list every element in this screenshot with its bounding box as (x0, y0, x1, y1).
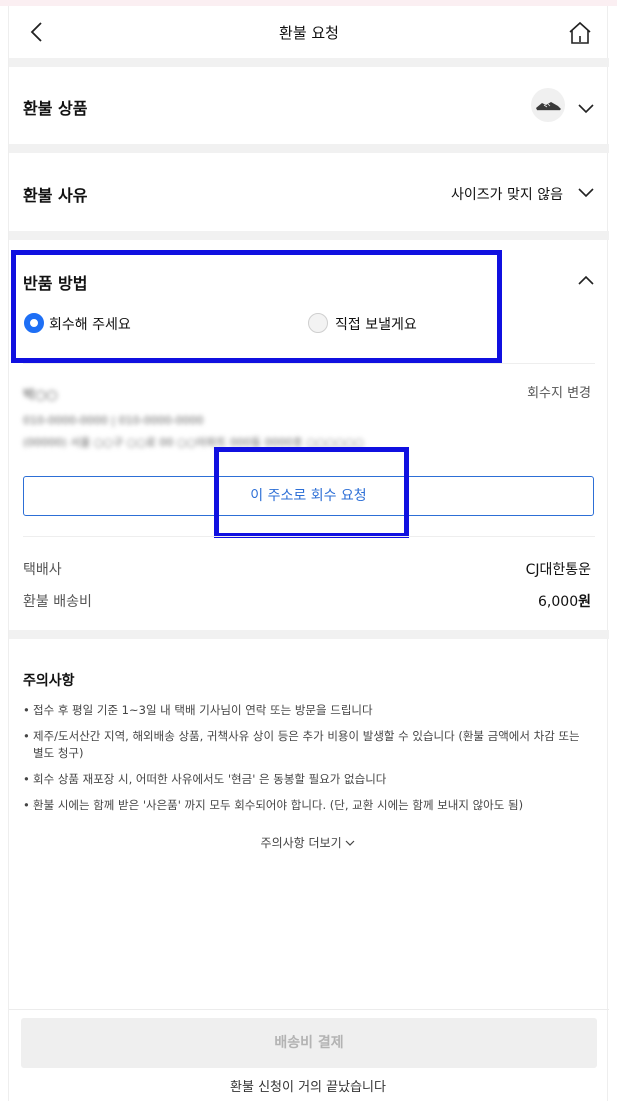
page-title: 환불 요청 (279, 24, 339, 42)
address-name: 박○○ (23, 388, 58, 403)
chevron-down-icon[interactable] (578, 104, 594, 114)
change-address-link[interactable]: 회수지 변경 (527, 382, 591, 401)
section-gap (9, 58, 609, 67)
notice-item: 환불 시에는 함께 받은 '사은품' 까지 모두 회수되어야 합니다. (단, … (23, 797, 593, 814)
request-pickup-button[interactable]: 이 주소로 회수 요청 (23, 476, 594, 516)
section-gap (9, 630, 609, 639)
refund-reason-label: 환불 사유 (23, 186, 88, 205)
divider (23, 536, 595, 537)
address-phones: 010-0000-0000 | 010-0000-0000 (23, 414, 204, 427)
section-gap (9, 231, 609, 240)
notice-more-label: 주의사항 더보기 (260, 836, 342, 850)
refund-reason-value: 사이즈가 맞지 않음 (451, 187, 563, 203)
sneaker-icon (536, 102, 561, 111)
highlight-box-method (11, 250, 502, 363)
fee-unit: 원 (578, 594, 591, 610)
refund-shipping-fee-label: 환불 배송비 (23, 594, 92, 610)
fee-amount: 6,000 (538, 594, 579, 610)
return-method-label: 반품 방법 (23, 274, 88, 293)
refund-shipping-fee-value: 6,000원 (538, 591, 591, 611)
product-thumbnail (531, 88, 565, 122)
notice-title: 주의사항 (23, 673, 75, 689)
section-gap (9, 144, 609, 153)
carrier-label: 택배사 (23, 562, 62, 578)
notice-item: 제주/도서산간 지역, 해외배송 상품, 귀책사유 상이 등은 추가 비용이 발… (23, 728, 593, 762)
refund-product-label: 환불 상품 (23, 99, 88, 118)
option-self-send-label[interactable]: 직접 보낼게요 (335, 314, 417, 334)
radio-pickup[interactable] (24, 313, 44, 333)
address-line: (00000) 서울 ○○구 ○○로 00 ○○아파트 000동 0000호 ○… (23, 436, 364, 449)
divider (9, 1009, 609, 1010)
pay-shipping-fee-button[interactable]: 배송비 결제 (21, 1018, 597, 1068)
option-pickup-label[interactable]: 회수해 주세요 (49, 314, 131, 334)
header: 환불 요청 (9, 6, 609, 58)
chevron-down-icon (346, 840, 355, 846)
chevron-down-icon[interactable] (578, 188, 594, 198)
chevron-up-icon[interactable] (578, 275, 594, 285)
divider (23, 363, 595, 364)
notice-more-button[interactable]: 주의사항 더보기 (9, 834, 607, 851)
refund-request-screen: 환불 요청 환불 상품 환불 사유 사이즈가 맞지 않음 반품 방법 회수해 주… (8, 6, 609, 1101)
radio-self-send[interactable] (308, 313, 328, 333)
carrier-value: CJ대한통운 (525, 562, 591, 578)
notice-item: 접수 후 평일 기준 1~3일 내 택배 기사님이 연락 또는 방문을 드립니다 (23, 702, 593, 719)
notice-item: 회수 상품 재포장 시, 어떠한 사유에서도 '현금' 은 동봉할 필요가 없습… (23, 771, 593, 788)
home-icon[interactable] (567, 20, 593, 46)
footer-message: 환불 신청이 거의 끝났습니다 (230, 1080, 386, 1095)
